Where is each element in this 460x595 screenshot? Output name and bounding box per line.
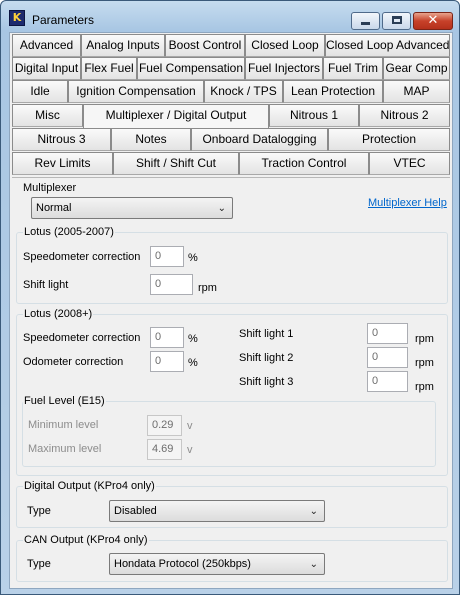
digital-output-type-value: Disabled: [114, 505, 157, 517]
can-output-type-label: Type: [27, 558, 51, 570]
shift-light-3-unit: rpm: [415, 381, 434, 393]
tab-closed-loop[interactable]: Closed Loop: [245, 34, 325, 57]
shift-light-3-label: Shift light 3: [239, 376, 294, 388]
fuel-min-input[interactable]: 0.29: [147, 415, 182, 436]
tab-digital-input[interactable]: Digital Input: [12, 57, 81, 80]
lotus-2008-title: Lotus (2008+): [23, 308, 94, 320]
digital-output-type-select[interactable]: Disabled ⌄: [109, 500, 325, 522]
tab-nitrous-1[interactable]: Nitrous 1: [269, 104, 359, 127]
tab-nitrous-2[interactable]: Nitrous 2: [359, 104, 450, 127]
shift-light-1-label: Shift light 1: [239, 328, 294, 340]
shift-light-2-input[interactable]: 0: [367, 347, 408, 368]
chevron-down-icon: ⌄: [309, 506, 318, 517]
tab-panel: Multiplexer Normal ⌄ Multiplexer Help Lo…: [12, 177, 450, 587]
lotus-2005-speedo-unit: %: [188, 252, 198, 264]
digital-output-type-label: Type: [27, 505, 51, 517]
title-bar[interactable]: K Parameters ✕: [1, 1, 459, 31]
minimize-button[interactable]: [351, 12, 380, 30]
window-title: Parameters: [32, 13, 95, 27]
tab-vtec[interactable]: VTEC: [369, 152, 450, 175]
lotus-2008-speedo-input[interactable]: 0: [150, 327, 184, 348]
lotus-2008-odo-label: Odometer correction: [23, 356, 124, 368]
tab-fuel-trim[interactable]: Fuel Trim: [323, 57, 383, 80]
maximize-icon: [392, 16, 402, 24]
tab-rev-limits[interactable]: Rev Limits: [12, 152, 113, 175]
fuel-max-unit: v: [187, 444, 193, 456]
parameters-window: K Parameters ✕ Advanced Analog Inputs Bo…: [0, 0, 460, 595]
shift-light-1-unit: rpm: [415, 333, 434, 345]
shift-light-2-unit: rpm: [415, 357, 434, 369]
lotus-2005-speedo-label: Speedometer correction: [23, 251, 141, 263]
fuel-level-group: [22, 401, 436, 467]
lotus-2008-odo-input[interactable]: 0: [150, 351, 184, 372]
fuel-level-title: Fuel Level (E15): [23, 395, 106, 407]
shift-light-3-input[interactable]: 0: [367, 371, 408, 392]
tab-traction-control[interactable]: Traction Control: [239, 152, 369, 175]
chevron-down-icon: ⌄: [309, 559, 318, 570]
tab-nitrous-3[interactable]: Nitrous 3: [12, 128, 111, 151]
tab-fuel-compensation[interactable]: Fuel Compensation: [137, 57, 245, 80]
lotus-2008-odo-unit: %: [188, 357, 198, 369]
shift-light-2-label: Shift light 2: [239, 352, 294, 364]
tab-idle[interactable]: Idle: [12, 80, 68, 103]
tab-protection[interactable]: Protection: [328, 128, 450, 151]
multiplexer-select[interactable]: Normal ⌄: [31, 197, 233, 219]
lotus-2005-title: Lotus (2005-2007): [23, 226, 115, 238]
tab-closed-loop-advanced[interactable]: Closed Loop Advanced: [325, 34, 450, 57]
lotus-2008-speedo-label: Speedometer correction: [23, 332, 141, 344]
lotus-2005-shift-label: Shift light: [23, 279, 69, 291]
tab-analog-inputs[interactable]: Analog Inputs: [81, 34, 165, 57]
tab-knock-tps[interactable]: Knock / TPS: [204, 80, 283, 103]
multiplexer-label: Multiplexer: [23, 182, 77, 194]
fuel-max-input[interactable]: 4.69: [147, 439, 182, 460]
lotus-2008-speedo-unit: %: [188, 333, 198, 345]
tab-gear-comp[interactable]: Gear Comp: [383, 57, 450, 80]
client-area: Advanced Analog Inputs Boost Control Clo…: [9, 32, 453, 589]
tab-boost-control[interactable]: Boost Control: [165, 34, 245, 57]
tab-advanced[interactable]: Advanced: [12, 34, 81, 57]
multiplexer-help-link[interactable]: Multiplexer Help: [368, 197, 447, 209]
tab-ignition-compensation[interactable]: Ignition Compensation: [68, 80, 204, 103]
lotus-2005-shift-unit: rpm: [198, 282, 217, 294]
tab-multiplexer-digital-output[interactable]: Multiplexer / Digital Output: [83, 104, 269, 128]
digital-output-title: Digital Output (KPro4 only): [23, 480, 156, 492]
multiplexer-select-value: Normal: [36, 202, 72, 214]
minimize-icon: [361, 22, 370, 25]
can-output-title: CAN Output (KPro4 only): [23, 534, 149, 546]
tab-lean-protection[interactable]: Lean Protection: [283, 80, 383, 103]
fuel-max-label: Maximum level: [28, 443, 102, 455]
shift-light-1-input[interactable]: 0: [367, 323, 408, 344]
can-output-type-select[interactable]: Hondata Protocol (250kbps) ⌄: [109, 553, 325, 575]
lotus-2005-speedo-input[interactable]: 0: [150, 246, 184, 267]
app-icon: K: [9, 10, 25, 26]
lotus-2005-shift-input[interactable]: 0: [150, 274, 193, 295]
close-icon: ✕: [427, 13, 439, 28]
chevron-down-icon: ⌄: [217, 203, 226, 214]
fuel-min-label: Minimum level: [28, 419, 99, 431]
tab-shift-shift-cut[interactable]: Shift / Shift Cut: [113, 152, 239, 175]
maximize-button[interactable]: [382, 12, 411, 30]
lotus-2005-group: [16, 232, 448, 304]
can-output-type-value: Hondata Protocol (250kbps): [114, 558, 251, 570]
tab-onboard-datalogging[interactable]: Onboard Datalogging: [191, 128, 328, 151]
fuel-min-unit: v: [187, 420, 193, 432]
tab-flex-fuel[interactable]: Flex Fuel: [81, 57, 137, 80]
tab-map[interactable]: MAP: [383, 80, 450, 103]
tab-misc[interactable]: Misc: [12, 104, 83, 127]
tab-notes[interactable]: Notes: [111, 128, 191, 151]
close-button[interactable]: ✕: [413, 12, 453, 30]
tab-fuel-injectors[interactable]: Fuel Injectors: [245, 57, 323, 80]
